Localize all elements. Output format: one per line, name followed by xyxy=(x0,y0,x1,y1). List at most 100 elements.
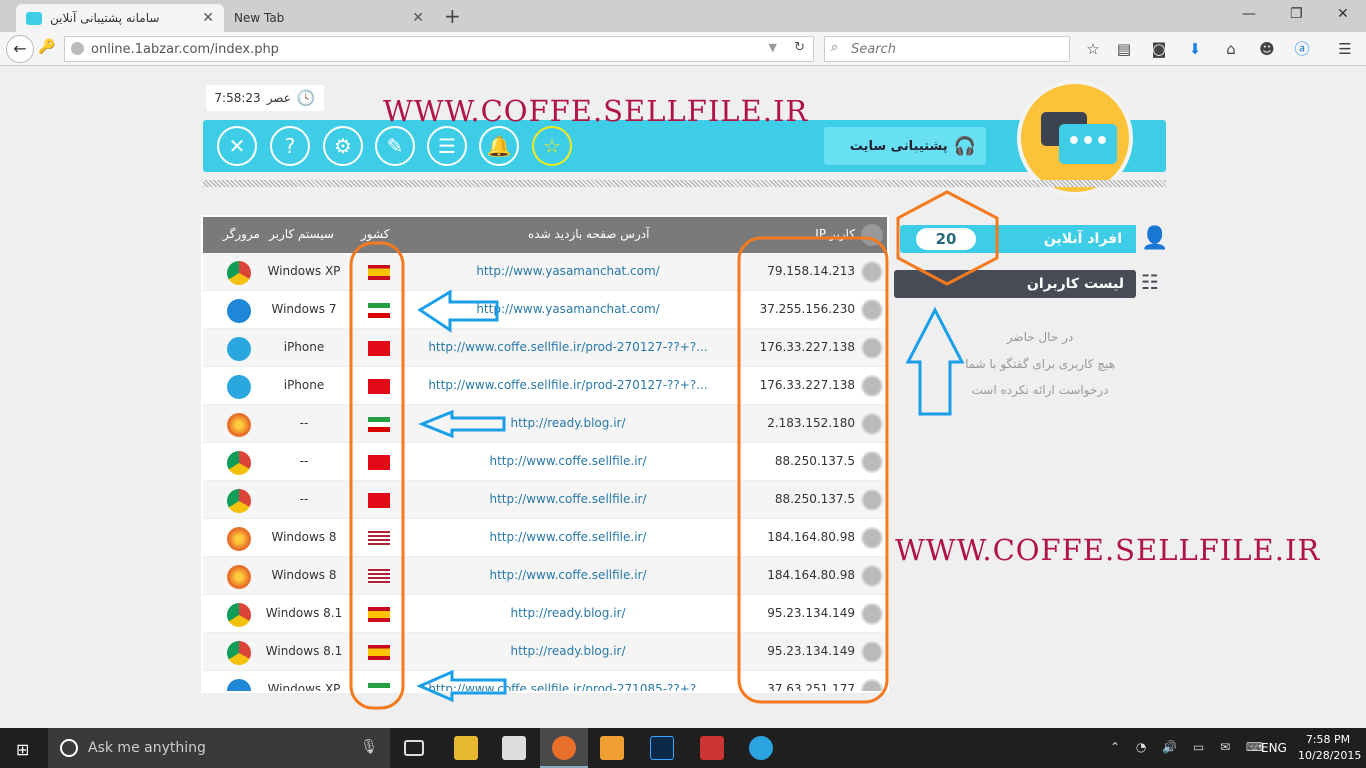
user-avatar-icon[interactable] xyxy=(861,489,883,511)
firefox-browser-icon xyxy=(227,413,251,437)
search-input[interactable]: ⌕ Search xyxy=(824,36,1070,62)
smiley-icon[interactable]: ☻ xyxy=(1258,40,1276,58)
tab-new[interactable]: New Tab ✕ xyxy=(224,4,434,32)
user-avatar-icon[interactable] xyxy=(861,641,883,663)
os-cell: -- xyxy=(299,454,309,468)
notifications-button[interactable]: 🔔 xyxy=(479,126,519,166)
divider xyxy=(203,180,1166,187)
telegram-icon[interactable] xyxy=(749,736,773,760)
addon-icon[interactable]: ⓐ xyxy=(1293,40,1311,58)
spain-flag-icon xyxy=(368,265,390,280)
tray-time: 7:58 PM xyxy=(1305,733,1351,746)
new-tab-icon[interactable]: + xyxy=(444,4,461,28)
taskbar: ⊞ Ask me anything 🎙 ⌃ ◔ 🔊 ▭ ✉ ⌨ ENG 7:58… xyxy=(0,728,1366,768)
messages-button[interactable]: ☰ xyxy=(427,126,467,166)
url-link[interactable]: http://www.coffe.sellfile.ir/ xyxy=(403,568,733,582)
table-row[interactable]: Windows XP http://www.yasamanchat.com/ 7… xyxy=(203,253,887,291)
task-view-icon[interactable] xyxy=(404,740,424,756)
user-avatar-icon[interactable] xyxy=(861,451,883,473)
watermark: WWW.COFFE.SELLFILE.IR xyxy=(895,533,1321,567)
user-avatar-icon[interactable] xyxy=(861,603,883,625)
online-label: افراد آنلاین xyxy=(1043,231,1122,247)
navigation-bar: ← 🔑 online.1abzar.com/index.php ▼ ↻ ⌕ Se… xyxy=(0,32,1366,66)
user-avatar-icon[interactable] xyxy=(861,299,883,321)
iran-flag-icon xyxy=(368,683,390,691)
close-tab-icon[interactable]: ✕ xyxy=(202,10,214,26)
url-link[interactable]: http://ready.blog.ir/ xyxy=(403,606,733,620)
user-avatar-icon[interactable] xyxy=(861,337,883,359)
table-row[interactable]: Windows 8 http://www.coffe.sellfile.ir/ … xyxy=(203,519,887,557)
empty-message-line: درخواست ارائه نکرده است xyxy=(971,383,1109,397)
table-row[interactable]: -- http://www.coffe.sellfile.ir/ 88.250.… xyxy=(203,481,887,519)
user-avatar-icon[interactable] xyxy=(861,413,883,435)
table-row[interactable]: Windows 8 http://www.coffe.sellfile.ir/ … xyxy=(203,557,887,595)
url-link[interactable]: http://www.yasamanchat.com/ xyxy=(403,302,733,316)
back-icon[interactable]: ← xyxy=(6,35,34,63)
settings-button[interactable]: ⚙ xyxy=(323,126,363,166)
user-list-header[interactable]: لیست کاربران xyxy=(894,270,1136,298)
online-users[interactable]: 20 افراد آنلاین xyxy=(900,225,1136,253)
table-row[interactable]: iPhone http://www.coffe.sellfile.ir/prod… xyxy=(203,367,887,405)
edit-button[interactable]: ✎ xyxy=(375,126,415,166)
firefox-taskbar-button[interactable] xyxy=(540,728,588,768)
user-avatar-icon[interactable] xyxy=(861,679,883,691)
user-avatar-icon[interactable] xyxy=(861,375,883,397)
microphone-icon: 🎙 xyxy=(360,739,378,755)
table-row[interactable]: Windows 7 http://www.yasamanchat.com/ 37… xyxy=(203,291,887,329)
close-tab-icon[interactable]: ✕ xyxy=(412,10,424,26)
windows-start-icon[interactable]: ⊞ xyxy=(16,740,29,759)
support-button[interactable]: پشتیبانی سایت 🎧 xyxy=(824,127,986,165)
tray-clock[interactable]: 7:58 PM 10/28/2015 xyxy=(1298,732,1361,764)
key-icon[interactable]: 🔑 xyxy=(38,39,55,55)
dropdown-icon[interactable]: ▼ xyxy=(769,41,777,54)
ie-browser-icon xyxy=(227,679,251,691)
language-indicator[interactable]: ENG xyxy=(1261,741,1287,755)
url-link[interactable]: http://www.coffe.sellfile.ir/prod-270127… xyxy=(403,340,733,354)
ip-cell: 79.158.14.213 xyxy=(767,264,855,278)
reading-list-icon[interactable]: ▤ xyxy=(1115,40,1133,58)
favorites-button[interactable]: ☆ xyxy=(532,126,572,166)
close-button[interactable]: ✕ xyxy=(217,126,257,166)
restore-icon[interactable]: ❐ xyxy=(1290,6,1303,22)
cortana-search[interactable]: Ask me anything 🎙 xyxy=(48,728,390,768)
menu-icon[interactable]: ☰ xyxy=(1336,40,1354,58)
url-link[interactable]: http://ready.blog.ir/ xyxy=(403,416,733,430)
table-row[interactable]: Windows 8.1 http://ready.blog.ir/ 95.23.… xyxy=(203,595,887,633)
table-row[interactable]: -- http://ready.blog.ir/ 2.183.152.180 xyxy=(203,405,887,443)
system-tray-icons[interactable]: ⌃ ◔ 🔊 ▭ ✉ ⌨ xyxy=(1110,740,1269,754)
bookmark-star-icon[interactable]: ☆ xyxy=(1084,40,1102,58)
minimize-icon[interactable]: — xyxy=(1242,6,1256,22)
ip-cell: 184.164.80.98 xyxy=(767,530,855,544)
url-link[interactable]: http://www.coffe.sellfile.ir/prod-270127… xyxy=(403,378,733,392)
table-row[interactable]: Windows XP http://www.coffe.sellfile.ir/… xyxy=(203,671,887,691)
url-text: online.1abzar.com/index.php xyxy=(91,41,279,57)
url-link[interactable]: http://www.yasamanchat.com/ xyxy=(403,264,733,278)
url-link[interactable]: http://www.coffe.sellfile.ir/prod-271085… xyxy=(403,682,733,691)
user-avatar-icon[interactable] xyxy=(861,565,883,587)
help-button[interactable]: ? xyxy=(270,126,310,166)
firefox-browser-icon xyxy=(227,527,251,551)
url-link[interactable]: http://www.coffe.sellfile.ir/ xyxy=(403,530,733,544)
tab-support[interactable]: سامانه پشتیبانی آنلاین ✕ xyxy=(16,4,224,32)
home-icon[interactable]: ⌂ xyxy=(1222,40,1240,58)
clock-period: عصر xyxy=(266,91,291,105)
url-link[interactable]: http://www.coffe.sellfile.ir/ xyxy=(403,492,733,506)
table-row[interactable]: -- http://www.coffe.sellfile.ir/ 88.250.… xyxy=(203,443,887,481)
download-icon[interactable]: ⬇ xyxy=(1186,40,1204,58)
store-icon[interactable] xyxy=(502,736,526,760)
url-link[interactable]: http://www.coffe.sellfile.ir/ xyxy=(403,454,733,468)
media-player-icon[interactable] xyxy=(600,736,624,760)
pocket-icon[interactable]: ◙ xyxy=(1150,40,1168,58)
url-link[interactable]: http://ready.blog.ir/ xyxy=(403,644,733,658)
file-explorer-icon[interactable] xyxy=(454,736,478,760)
app-p-icon[interactable] xyxy=(700,736,724,760)
user-avatar-icon[interactable] xyxy=(861,527,883,549)
close-window-icon[interactable]: ✕ xyxy=(1337,6,1349,22)
reload-icon[interactable]: ↻ xyxy=(794,40,805,55)
user-avatar-icon[interactable] xyxy=(861,261,883,283)
table-row[interactable]: iPhone http://www.coffe.sellfile.ir/prod… xyxy=(203,329,887,367)
photoshop-icon[interactable] xyxy=(650,736,674,760)
url-bar[interactable]: online.1abzar.com/index.php ▼ ↻ xyxy=(64,36,814,62)
table-row[interactable]: Windows 8.1 http://ready.blog.ir/ 95.23.… xyxy=(203,633,887,671)
table-body: Windows XP http://www.yasamanchat.com/ 7… xyxy=(203,253,887,691)
